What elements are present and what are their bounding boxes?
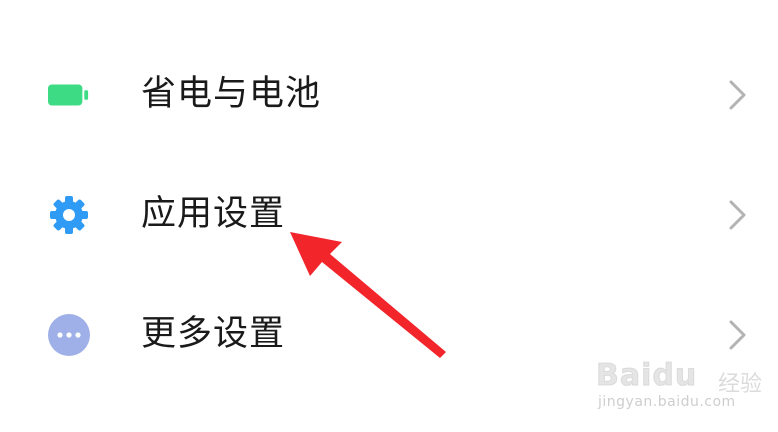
chevron-right-icon — [729, 80, 746, 110]
settings-item-label: 应用设置 — [141, 194, 286, 234]
settings-item-label: 省电与电池 — [141, 74, 322, 114]
chevron-right-icon — [729, 200, 746, 230]
settings-screen: 省电与电池 应用设置 更多设置 Baidu 经验 jingyan.baidu.c… — [0, 0, 778, 432]
settings-item-app-settings[interactable]: 应用设置 — [0, 156, 778, 272]
more-dots-icon — [48, 314, 90, 356]
settings-item-battery[interactable]: 省电与电池 — [0, 36, 778, 152]
watermark-url: jingyan.baidu.com — [598, 394, 736, 410]
settings-item-more-settings[interactable]: 更多设置 — [0, 276, 778, 392]
settings-item-label: 更多设置 — [141, 314, 286, 354]
gear-icon — [48, 194, 90, 236]
chevron-right-icon — [729, 320, 746, 350]
battery-icon — [48, 74, 90, 116]
